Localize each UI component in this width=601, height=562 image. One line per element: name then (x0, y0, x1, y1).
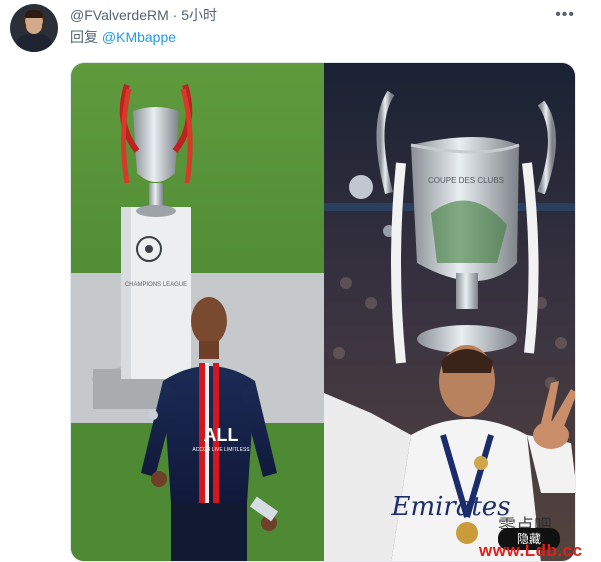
watermark-url: www.Ldb.cc (479, 541, 583, 560)
tweet-timestamp[interactable]: 5小时 (181, 7, 217, 23)
psg-sponsor-text: ALL (204, 425, 239, 445)
left-photo-panel: CHAMPIONS LEAGUE ALL ACCOR LIVE LIMITLES… (71, 63, 324, 561)
reply-mention-link[interactable]: @KMbappe (102, 29, 176, 45)
trophy-engraving-text: COUPE DES CLUBS (428, 176, 504, 185)
separator-dot: · (172, 7, 178, 23)
psg-sponsor-subtext: ACCOR LIVE LIMITLESS (192, 447, 250, 453)
right-photo-panel: COUPE DES CLUBS Emirates (324, 63, 575, 561)
tweet-media-image[interactable]: CHAMPIONS LEAGUE ALL ACCOR LIVE LIMITLES… (70, 62, 576, 562)
avatar[interactable] (10, 4, 58, 52)
rm-sponsor-text: Emirates (390, 492, 510, 522)
tweet-header: @FValverdeRM · 5小时 (70, 6, 217, 24)
avatar-shirt (16, 34, 52, 52)
avatar-hair (25, 10, 43, 18)
trophy-base-text: CHAMPIONS LEAGUE (125, 282, 187, 288)
more-options-icon[interactable]: ••• (555, 6, 575, 24)
reply-prefix: 回复 (70, 29, 98, 45)
author-handle[interactable]: @FValverdeRM (70, 7, 169, 23)
tweet-card[interactable]: @FValverdeRM · 5小时 ••• 回复 @KMbappe CHAMP… (0, 0, 601, 562)
reply-context: 回复 @KMbappe (70, 28, 176, 46)
